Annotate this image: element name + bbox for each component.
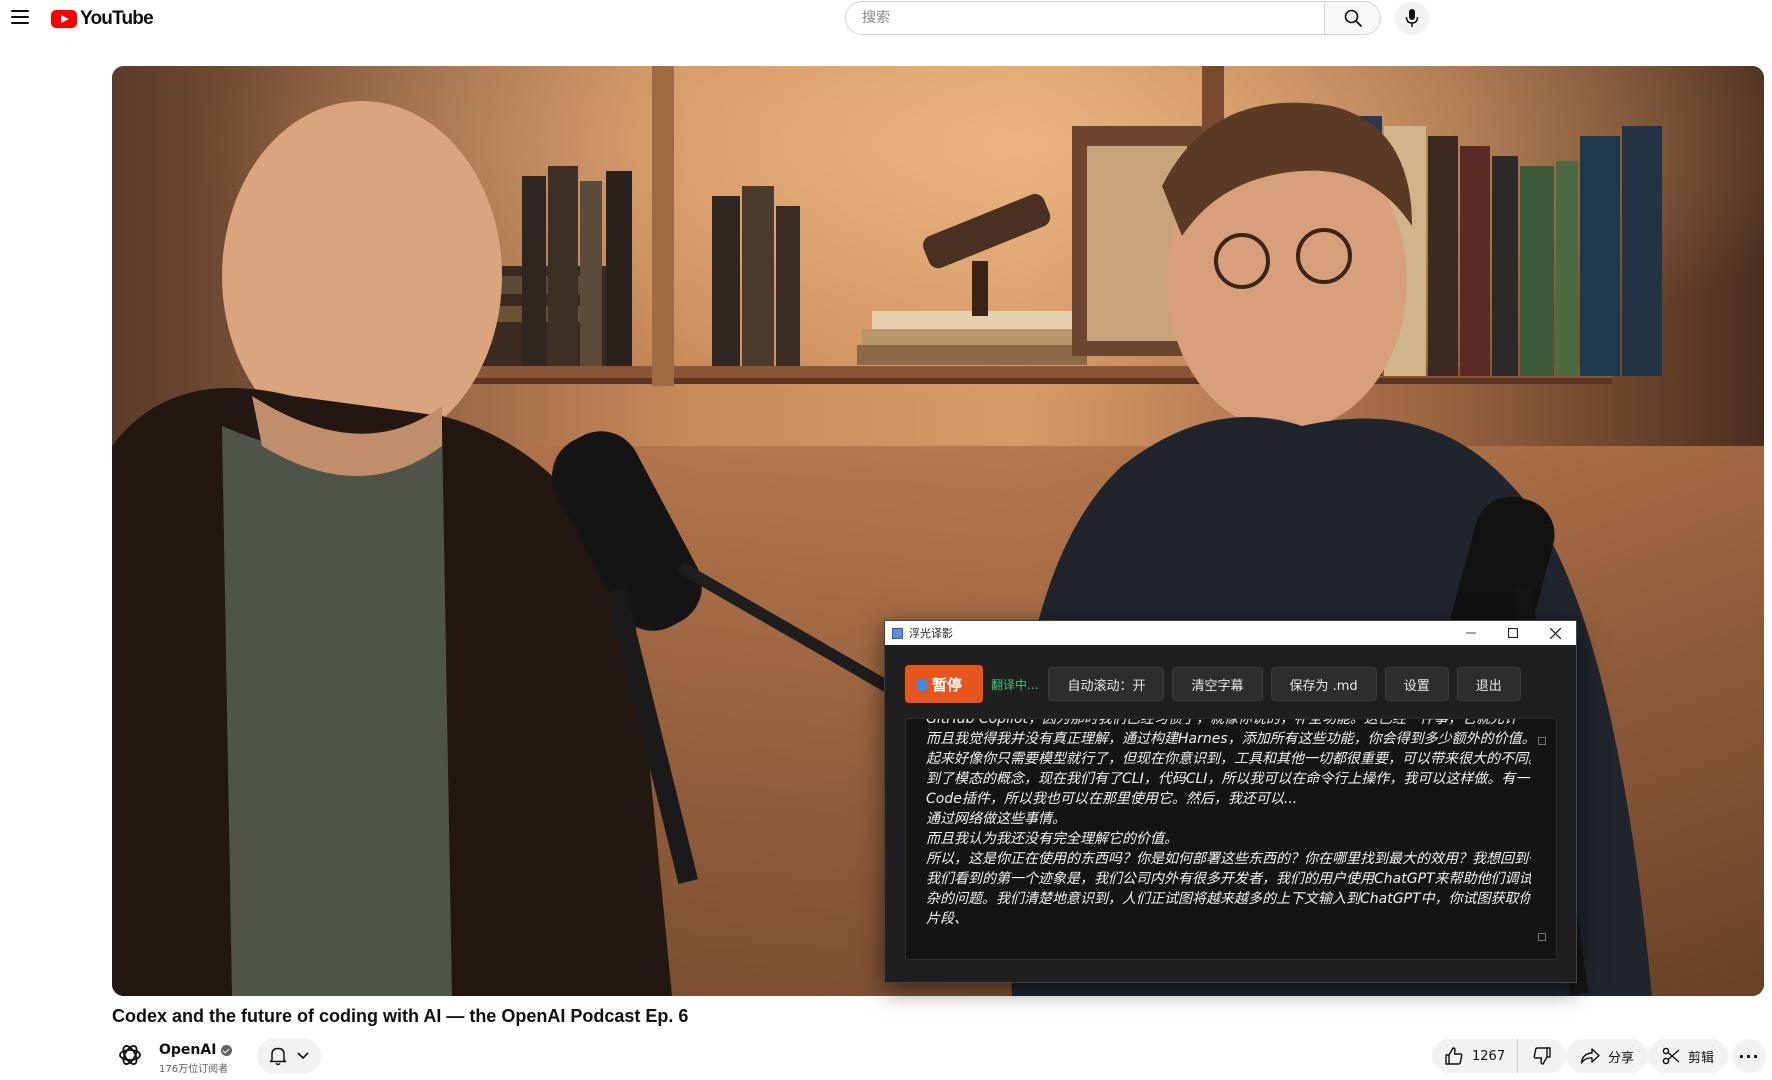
subtitle-text-area[interactable]: GitHub Copilot，因为那时我们已经习惯了，就像你说的，补全功能。这已…: [905, 718, 1557, 960]
subtitle-line: Code插件，所以我也可以在那里使用它。然后，我还可以...: [926, 791, 1298, 807]
openai-logo-icon: [119, 1045, 141, 1065]
clip-label: 剪辑: [1688, 1050, 1715, 1066]
subtitle-line: 杂的问题。我们清楚地意识到，人们正试图将越来越多的上下文输入到ChatGPT中，…: [926, 891, 1531, 907]
subtitle-line: 而且我觉得我并没有真正理解，通过构建Harnes，添加所有这些功能，你会得到多少…: [926, 731, 1531, 747]
channel-name[interactable]: OpenAI: [159, 1042, 216, 1058]
search-box: [845, 1, 1325, 35]
bell-icon: [269, 1047, 287, 1066]
subscriber-count: 176万位订阅者: [159, 1064, 229, 1075]
more-horizontal-icon: ···: [1738, 1046, 1760, 1066]
subtitle-line: 到了模态的概念，现在我们有了CLI，代码CLI，所以我可以在命令行上操作，我可以…: [926, 771, 1531, 787]
channel-name-row[interactable]: OpenAI: [159, 1042, 233, 1058]
search-icon: [1344, 9, 1362, 27]
share-icon: [1580, 1048, 1600, 1064]
minimize-button[interactable]: [1450, 621, 1492, 645]
youtube-logo[interactable]: YouTube: [51, 8, 154, 30]
translator-app-icon: [892, 627, 903, 639]
like-dislike-group: 1267: [1432, 1039, 1567, 1073]
clear-subtitles-button[interactable]: 清空字幕: [1172, 667, 1263, 701]
search-input[interactable]: [860, 9, 1324, 27]
translator-titlebar[interactable]: 浮光译影: [885, 621, 1576, 645]
autoscroll-toggle[interactable]: 自动滚动：开: [1048, 667, 1165, 701]
scissors-icon: [1662, 1047, 1680, 1065]
microphone-icon: [1405, 9, 1419, 27]
minimize-icon: [1466, 632, 1476, 634]
scroll-down-arrow[interactable]: [1538, 933, 1546, 941]
voice-search-button[interactable]: [1395, 1, 1429, 35]
subtitle-line: 通过网络做这些事情。: [926, 811, 1066, 827]
scroll-up-arrow[interactable]: [1538, 737, 1546, 745]
settings-button[interactable]: 设置: [1384, 667, 1449, 701]
subtitle-line: 而且我认为我还没有完全理解它的价值。: [926, 831, 1178, 847]
close-icon: [1549, 627, 1561, 639]
notification-settings-button[interactable]: [257, 1038, 321, 1074]
like-count: 1267: [1472, 1048, 1506, 1064]
like-button[interactable]: 1267: [1432, 1039, 1519, 1073]
youtube-logo-text: YouTube: [80, 8, 154, 29]
chevron-down-icon: [297, 1052, 309, 1060]
share-button[interactable]: 分享: [1566, 1039, 1649, 1073]
more-actions-button[interactable]: ···: [1732, 1039, 1766, 1073]
thumbs-up-icon: [1445, 1047, 1463, 1065]
translator-toolbar: 暂停 翻译中... 自动滚动：开 清空字幕 保存为 .md 设置 退出: [905, 665, 1556, 703]
subtitle-lines: GitHub Copilot，因为那时我们已经习惯了，就像你说的，补全功能。这已…: [926, 719, 1531, 929]
close-window-button[interactable]: [1534, 621, 1576, 645]
thumbs-down-icon: [1533, 1047, 1551, 1065]
maximize-icon: [1508, 628, 1518, 638]
subtitle-line: 所以，这是你正在使用的东西吗？你是如何部署这些东西的？你在哪里找到最大的效用？我…: [926, 851, 1531, 867]
verified-badge-icon: [221, 1044, 233, 1056]
translator-window[interactable]: 浮光译影 暂停 翻译中... 自动滚动：开 清空字幕 保存为 .md 设置 退出…: [884, 620, 1577, 983]
video-title: Codex and the future of coding with AI —…: [112, 1006, 689, 1026]
subtitle-line: 起来好像你只需要模型就行了，但现在你意识到，工具和其他一切都很重要，可以带来很大…: [926, 751, 1531, 767]
subtitle-line: GitHub Copilot，因为那时我们已经习惯了，就像你说的，补全功能。这已…: [926, 718, 1531, 727]
exit-button[interactable]: 退出: [1456, 667, 1521, 701]
channel-avatar[interactable]: [115, 1040, 145, 1070]
subtitle-line: 我们看到的第一个迹象是，我们公司内外有很多开发者，我们的用户使用ChatGPT来…: [926, 871, 1531, 887]
youtube-play-icon: [51, 10, 77, 28]
dislike-button[interactable]: [1518, 1039, 1566, 1073]
pause-label: 暂停: [932, 675, 963, 694]
maximize-button[interactable]: [1492, 621, 1534, 645]
menu-icon[interactable]: [11, 10, 29, 24]
translation-status: 翻译中...: [991, 677, 1039, 692]
pause-button[interactable]: 暂停: [905, 665, 984, 703]
translator-window-title: 浮光译影: [909, 627, 953, 640]
subtitle-line: 片段、: [926, 911, 968, 927]
pause-icon: [917, 679, 927, 691]
search-button[interactable]: [1325, 1, 1381, 35]
clip-button[interactable]: 剪辑: [1648, 1039, 1729, 1073]
save-md-button[interactable]: 保存为 .md: [1270, 667, 1377, 701]
share-label: 分享: [1608, 1050, 1635, 1066]
